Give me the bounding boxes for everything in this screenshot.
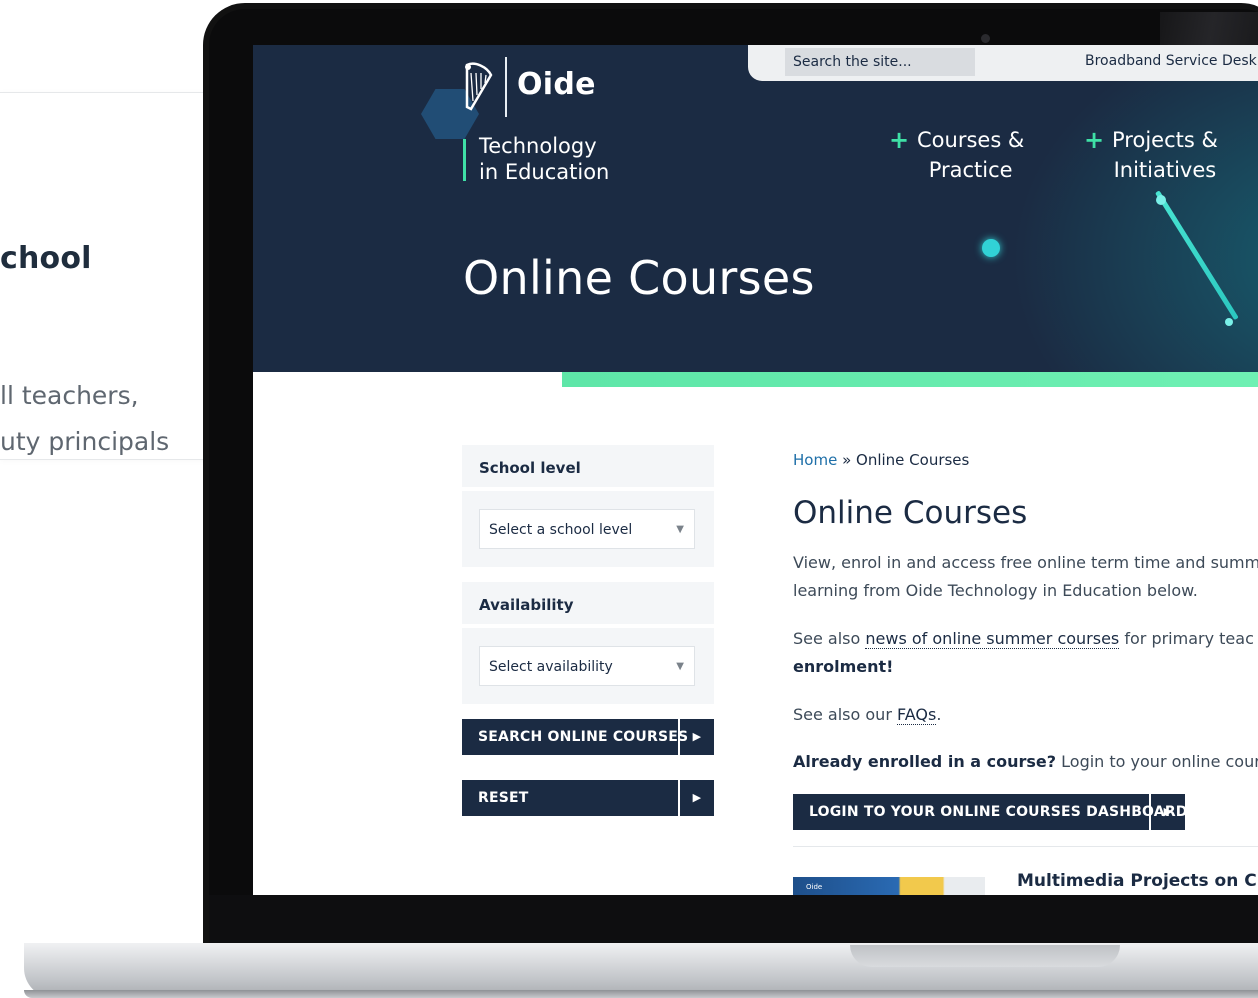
filter-availability-label: Availability [462,582,714,628]
logo-divider [505,57,507,117]
background-card: chool ll teachers, uty principals [0,92,230,460]
availability-select-value: Select availability [489,659,613,675]
header-glow [953,45,1258,372]
faq-paragraph: See also our FAQs. [793,701,941,729]
decorative-dot [1156,195,1166,205]
site-search-input[interactable]: Search the site... [785,48,975,76]
filter-school-level-label: School level [462,445,714,491]
intro-paragraph: View, enrol in and access free online te… [793,549,1258,605]
nav-projects-initiatives[interactable]: + Projects & Initiatives [1084,125,1224,189]
faq-text: . [936,705,942,724]
already-enrolled-paragraph: Already enrolled in a course? Login to y… [793,748,1258,776]
broadband-service-desk-link[interactable]: Broadband Service Desk [1085,53,1257,69]
laptop-base-edge [24,990,1258,998]
decorative-dot [1225,318,1233,326]
logo-subtitle[interactable]: Technology in Education [479,133,609,185]
filter-availability: Availability Select availability ▼ [462,582,714,704]
enrolment-text: enrolment! [793,657,894,676]
hero-title: Online Courses [463,251,815,305]
laptop-notch [850,945,1120,967]
caret-down-icon: ▼ [676,524,684,535]
see-also-paragraph: See also news of online summer courses f… [793,625,1254,681]
see-also-text: See also [793,629,866,648]
decorative-dot [982,239,1000,257]
nav-label-line: Projects & [1112,128,1218,152]
play-arrow-icon: ▶ [678,780,714,816]
logo-wordmark[interactable]: Oide [517,67,596,102]
content-divider [793,846,1258,847]
camera-icon [981,34,990,43]
button-label: RESET [478,790,529,806]
nav-label: Projects & Initiatives [1112,125,1218,185]
school-level-select[interactable]: Select a school level ▼ [479,509,695,549]
availability-select[interactable]: Select availability ▼ [479,646,695,686]
intro-line: learning from Oide Technology in Educati… [793,581,1198,600]
nav-label-line: Initiatives [1113,158,1217,182]
caret-down-icon: ▼ [676,661,684,672]
plus-icon: + [1084,126,1105,154]
logo-subtitle-line: Technology [479,134,597,158]
button-label: SEARCH ONLINE COURSES [478,729,689,745]
background-card-title: chool [0,241,92,276]
breadcrumb: Home » Online Courses [793,451,969,469]
already-enrolled-text: Login to your online course [1056,752,1258,771]
background-card-desc-line: uty principals [0,427,170,456]
faq-text: See also our [793,705,897,724]
nav-label-line: Courses & [917,128,1025,152]
breadcrumb-home-link[interactable]: Home [793,451,837,469]
play-arrow-icon: ▶ [678,719,714,755]
nav-courses-practice[interactable]: + Courses & Practice [889,125,1029,189]
background-card-desc-line: ll teachers, [0,381,139,410]
reset-button[interactable]: RESET ▶ [462,780,714,816]
harp-logo-icon [465,62,493,111]
summer-courses-news-link[interactable]: news of online summer courses [865,629,1120,649]
laptop-bottom-bezel [209,895,1258,945]
breadcrumb-separator: » [837,451,857,469]
thumbnail-logo: Oide [806,883,823,891]
logo-accent-bar [463,139,466,181]
accent-strip [562,372,1258,387]
search-online-courses-button[interactable]: SEARCH ONLINE COURSES ▶ [462,719,714,755]
filter-school-level: School level Select a school level ▼ [462,445,714,567]
course-teaser-title[interactable]: Multimedia Projects on Clima [1017,871,1258,891]
intro-line: View, enrol in and access free online te… [793,553,1258,572]
nav-label: Courses & Practice [917,125,1024,185]
nav-label-line: Practice [928,158,1013,182]
background-card-description: ll teachers, uty principals [0,373,169,465]
see-also-text: for primary teac [1119,629,1254,648]
laptop-screen: Oide Technology in Education Search the … [253,45,1258,895]
already-enrolled-bold: Already enrolled in a course? [793,752,1057,771]
play-arrow-icon: ▶ [1149,794,1185,830]
page-title: Online Courses [793,495,1028,531]
faqs-link[interactable]: FAQs [896,705,937,725]
logo-subtitle-line: in Education [479,160,610,184]
school-level-select-value: Select a school level [489,522,633,538]
login-dashboard-button[interactable]: LOGIN TO YOUR ONLINE COURSES DASHBOARD ▶ [793,794,1188,830]
plus-icon: + [889,126,910,154]
site-header: Oide Technology in Education Search the … [253,45,1258,372]
breadcrumb-current: Online Courses [856,451,970,469]
button-label: LOGIN TO YOUR ONLINE COURSES DASHBOARD [809,804,1188,820]
